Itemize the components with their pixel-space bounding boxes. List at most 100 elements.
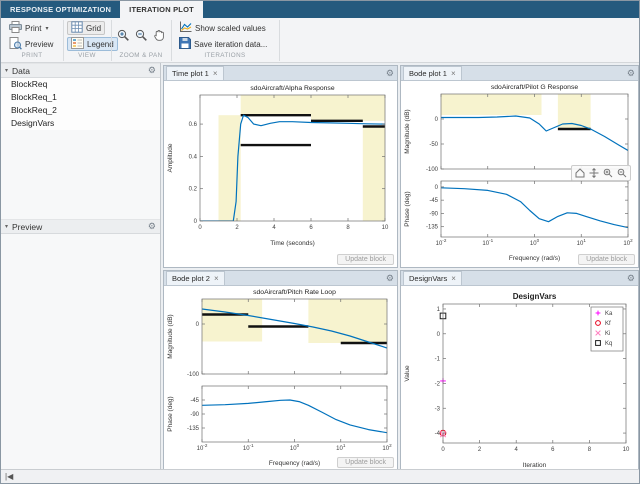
data-section-header[interactable]: ▾ Data ⚙ bbox=[1, 63, 160, 78]
collapse-triangle-icon[interactable]: ▾ bbox=[5, 67, 8, 74]
svg-text:-3: -3 bbox=[435, 406, 441, 412]
collapse-triangle-icon[interactable]: ▾ bbox=[5, 223, 8, 230]
svg-text:2: 2 bbox=[235, 225, 239, 231]
svg-text:-2: -2 bbox=[435, 381, 441, 387]
svg-text:Ki: Ki bbox=[605, 331, 610, 337]
toolbar-separator bbox=[171, 20, 172, 61]
svg-text:Magnitude (dB): Magnitude (dB) bbox=[167, 314, 174, 358]
gear-icon[interactable]: ⚙ bbox=[386, 274, 394, 283]
svg-text:2: 2 bbox=[478, 447, 482, 453]
close-icon[interactable]: × bbox=[451, 274, 456, 283]
section-label-view: VIEW bbox=[78, 52, 96, 59]
svg-text:Time (seconds): Time (seconds) bbox=[270, 240, 315, 247]
bode-plot-1-tab[interactable]: Bode plot 1 × bbox=[403, 66, 462, 80]
svg-text:DesignVars: DesignVars bbox=[513, 292, 557, 301]
close-icon[interactable]: × bbox=[214, 274, 219, 283]
svg-text:0.6: 0.6 bbox=[189, 122, 198, 128]
zoom-out-button[interactable] bbox=[133, 27, 150, 43]
svg-text:0.2: 0.2 bbox=[189, 187, 198, 193]
svg-text:-135: -135 bbox=[187, 426, 200, 432]
save-iteration-data-button[interactable]: Save iteration data... bbox=[175, 37, 271, 51]
svg-text:-100: -100 bbox=[426, 167, 439, 173]
zoom-in-button[interactable] bbox=[115, 27, 132, 43]
zoom-in-icon[interactable] bbox=[602, 167, 614, 179]
svg-text:-100: -100 bbox=[187, 372, 200, 378]
update-block-button[interactable]: Update block bbox=[578, 254, 635, 265]
save-iteration-data-label: Save iteration data... bbox=[194, 39, 268, 49]
preview-section-header[interactable]: ▾ Preview ⚙ bbox=[1, 219, 160, 234]
svg-text:10: 10 bbox=[623, 447, 630, 453]
svg-text:10-2: 10-2 bbox=[436, 238, 447, 247]
data-browser-sidebar: ▾ Data ⚙ BlockReq BlockReq_1 BlockReq_2 … bbox=[1, 63, 161, 469]
svg-text:0: 0 bbox=[441, 447, 445, 453]
svg-text:Ka: Ka bbox=[605, 311, 613, 317]
svg-text:-90: -90 bbox=[429, 211, 438, 217]
svg-text:0: 0 bbox=[198, 225, 202, 231]
app-window: RESPONSE OPTIMIZATION ITERATION PLOT Pri… bbox=[0, 0, 640, 484]
list-item-blockreq-2[interactable]: BlockReq_2 bbox=[1, 104, 160, 117]
zoom-out-icon[interactable] bbox=[616, 167, 628, 179]
grid-icon bbox=[71, 21, 83, 35]
time-plot-body: 0 2 4 6 8 10 0 0.2 0.4 0.6 sdoAircraft/Alpha Respo… bbox=[164, 81, 397, 267]
bode-plot-1-header: Bode plot 1 × ⚙ bbox=[401, 66, 638, 81]
data-list: BlockReq BlockReq_1 BlockReq_2 DesignVar… bbox=[1, 78, 160, 130]
update-block-button[interactable]: Update block bbox=[337, 254, 394, 265]
gear-icon[interactable]: ⚙ bbox=[627, 69, 635, 78]
tab-response-optimization[interactable]: RESPONSE OPTIMIZATION bbox=[1, 1, 120, 18]
gear-icon[interactable]: ⚙ bbox=[386, 69, 394, 78]
svg-text:100: 100 bbox=[290, 443, 300, 452]
bode-1-phase-canvas: 10-2 10-1 100 101 102 0 -45 -90 -135 Frequency (r… bbox=[404, 180, 633, 262]
tab-iteration-plot[interactable]: ITERATION PLOT bbox=[120, 1, 203, 18]
svg-text:0: 0 bbox=[435, 185, 439, 191]
list-item-designvars[interactable]: DesignVars bbox=[1, 117, 160, 130]
svg-text:Iteration: Iteration bbox=[523, 462, 547, 469]
status-nav-icon[interactable]: |◀ bbox=[5, 472, 13, 481]
pan-icon[interactable] bbox=[588, 167, 600, 179]
svg-text:4: 4 bbox=[515, 447, 519, 453]
svg-text:-4: -4 bbox=[435, 431, 441, 437]
update-block-button[interactable]: Update block bbox=[337, 457, 394, 468]
svg-text:Phase (deg): Phase (deg) bbox=[167, 396, 174, 431]
svg-text:-45: -45 bbox=[429, 198, 438, 204]
gear-icon[interactable]: ⚙ bbox=[627, 274, 635, 283]
designvars-body: 0 2 4 6 8 10 1 0 -1 -2 -3 -4 DesignVars Iteration Valu… bbox=[401, 286, 638, 470]
time-plot-tab-label: Time plot 1 bbox=[172, 69, 209, 78]
pan-button[interactable] bbox=[151, 27, 168, 43]
time-plot-panel: Time plot 1 × ⚙ 0 2 4 6 8 10 0 0.2 0.4 0.6 sdoAirc… bbox=[163, 65, 398, 268]
bode-2-magnitude-canvas: 0 -100 sdoAircraft/Pitch Rate Loop Magnitud… bbox=[167, 289, 388, 378]
list-item-blockreq-1[interactable]: BlockReq_1 bbox=[1, 91, 160, 104]
bode-2-phase-canvas: 10-2 10-1 100 101 102 -45 -90 -135 Frequency (ra… bbox=[167, 385, 392, 467]
show-scaled-values-label: Show scaled values bbox=[195, 23, 266, 33]
bode-plot-2-header: Bode plot 2 × ⚙ bbox=[164, 271, 397, 286]
gear-icon[interactable]: ⚙ bbox=[148, 66, 156, 75]
svg-text:8: 8 bbox=[346, 225, 350, 231]
designvars-canvas: 0 2 4 6 8 1010-1-2-3-4DesignVarsIterationValu… bbox=[404, 292, 630, 469]
toolstrip-tabbar: RESPONSE OPTIMIZATION ITERATION PLOT bbox=[1, 1, 639, 18]
list-item-blockreq[interactable]: BlockReq bbox=[1, 78, 160, 91]
preview-button[interactable]: Preview bbox=[5, 36, 57, 51]
time-plot-tab[interactable]: Time plot 1 × bbox=[166, 66, 224, 80]
print-button[interactable]: Print ▾ bbox=[5, 21, 52, 35]
close-icon[interactable]: × bbox=[213, 69, 218, 78]
bode-plot-2-tab[interactable]: Bode plot 2 × bbox=[166, 271, 225, 285]
restore-view-icon[interactable] bbox=[574, 167, 586, 179]
svg-text:100: 100 bbox=[530, 238, 540, 247]
show-scaled-values-button[interactable]: Show scaled values bbox=[175, 21, 270, 35]
print-label: Print bbox=[25, 23, 42, 33]
svg-text:6: 6 bbox=[309, 225, 313, 231]
close-icon[interactable]: × bbox=[451, 69, 456, 78]
svg-text:0: 0 bbox=[194, 219, 198, 225]
print-dropdown-arrow[interactable]: ▾ bbox=[45, 25, 48, 32]
bode-plot-1-body: 0 -50 -100 sdoAircraft/Pilot G Response Magn… bbox=[401, 81, 638, 267]
toolbar-separator bbox=[111, 20, 112, 61]
printer-icon bbox=[9, 21, 22, 35]
svg-text:Amplitude: Amplitude bbox=[167, 143, 174, 172]
svg-text:Kf: Kf bbox=[605, 321, 611, 327]
svg-text:101: 101 bbox=[336, 443, 346, 452]
gear-icon[interactable]: ⚙ bbox=[148, 222, 156, 231]
legend-icon bbox=[71, 37, 84, 51]
grid-toggle-button[interactable]: Grid bbox=[67, 21, 106, 35]
svg-text:sdoAircraft/Pitch Rate Loop: sdoAircraft/Pitch Rate Loop bbox=[253, 289, 336, 296]
svg-text:Frequency (rad/s): Frequency (rad/s) bbox=[509, 255, 560, 262]
designvars-tab[interactable]: DesignVars × bbox=[403, 271, 462, 285]
